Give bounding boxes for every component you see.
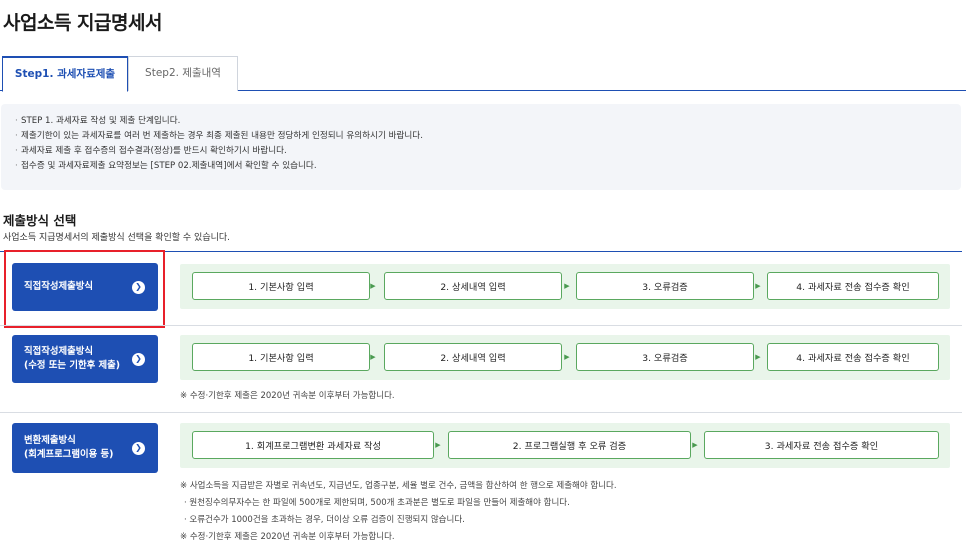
flow-step-convert-create[interactable]: 1. 회계프로그램변환 과세자료 작성 xyxy=(192,431,434,459)
notice-line: 과세자료 제출 후 접수증의 접수결과(정상)를 반드시 확인하기시 바랍니다. xyxy=(15,144,961,159)
flow-step-transmit-receipt[interactable]: 3. 과세자료 전송 접수증 확인 xyxy=(704,431,939,459)
row-divider xyxy=(0,412,962,413)
note-text: · 오류건수가 1000건을 초과하는 경우, 더이상 오류 검증이 진행되지 … xyxy=(184,515,465,525)
triangle-right-icon: ▶ xyxy=(370,282,376,290)
flow-step-transmit-receipt[interactable]: 4. 과세자료 전송 접수증 확인 xyxy=(767,272,939,300)
flow-step-details[interactable]: 2. 상세내역 입력 xyxy=(384,343,562,371)
section-title: 제출방식 선택 xyxy=(3,213,77,228)
tab-step1[interactable]: Step1. 과세자료제출 xyxy=(2,56,128,92)
triangle-right-icon: ▶ xyxy=(435,441,441,449)
selection-highlight xyxy=(4,250,165,328)
chevron-right-icon: ❯ xyxy=(132,441,145,455)
method-label-line2: (수정 또는 기한후 제출) xyxy=(24,360,120,371)
notice-box: STEP 1. 과세자료 작성 및 제출 단계입니다. 제출기한이 있는 과세자… xyxy=(1,104,961,190)
note-text: ※ 수정·기한후 제출은 2020년 귀속분 이후부터 가능합니다. xyxy=(180,391,395,401)
method-label-line1: 변환제출방식 xyxy=(24,435,76,446)
method-label: 직접작성제출방식 (수정 또는 기한후 제출) xyxy=(24,345,132,373)
section-description: 사업소득 지급명세서의 제출방식 선택을 확인할 수 있습니다. xyxy=(3,233,231,243)
notice-line: 접수증 및 과세자료제출 요약정보는 [STEP 02.제출내역]에서 확인할 … xyxy=(15,159,961,174)
note-text: · 원천징수의무자수는 한 파일에 500개로 제한되며, 500개 초과분은 … xyxy=(184,498,570,508)
triangle-right-icon: ▶ xyxy=(564,353,570,361)
notice-line: STEP 1. 과세자료 작성 및 제출 단계입니다. xyxy=(15,114,961,129)
flow-step-run-validate[interactable]: 2. 프로그램실행 후 오류 검증 xyxy=(448,431,691,459)
notice-line: 제출기한이 있는 과세자료를 여러 번 제출하는 경우 최종 제출된 내용만 정… xyxy=(15,129,961,144)
flow-step-validation[interactable]: 3. 오류검증 xyxy=(576,343,754,371)
process-flow-direct: 1. 기본사항 입력 ▶ 2. 상세내역 입력 ▶ 3. 오류검증 ▶ 4. 과… xyxy=(180,264,950,309)
flow-step-details[interactable]: 2. 상세내역 입력 xyxy=(384,272,562,300)
method-label: 변환제출방식 (회계프로그램이용 등) xyxy=(24,434,132,462)
flow-step-validation[interactable]: 3. 오류검증 xyxy=(576,272,754,300)
flow-step-transmit-receipt[interactable]: 4. 과세자료 전송 접수증 확인 xyxy=(767,343,939,371)
triangle-right-icon: ▶ xyxy=(755,353,761,361)
page-title: 사업소득 지급명세서 xyxy=(3,12,162,34)
triangle-right-icon: ▶ xyxy=(692,441,698,449)
flow-step-basic-info[interactable]: 1. 기본사항 입력 xyxy=(192,272,370,300)
row-divider xyxy=(0,325,962,326)
note-text: ※ 사업소득을 지급받은 자별로 귀속년도, 지급년도, 업종구분, 세율 별로… xyxy=(180,481,617,491)
process-flow-convert: 1. 회계프로그램변환 과세자료 작성 ▶ 2. 프로그램실행 후 오류 검증 … xyxy=(180,423,950,468)
method-label-line2: (회계프로그램이용 등) xyxy=(24,449,114,460)
direct-amend-submit-button[interactable]: 직접작성제출방식 (수정 또는 기한후 제출) ❯ xyxy=(12,335,158,383)
note-text: ※ 수정·기한후 제출은 2020년 귀속분 이후부터 가능합니다. xyxy=(180,532,395,542)
method-label-line1: 직접작성제출방식 xyxy=(24,346,94,357)
triangle-right-icon: ▶ xyxy=(370,353,376,361)
triangle-right-icon: ▶ xyxy=(755,282,761,290)
flow-step-basic-info[interactable]: 1. 기본사항 입력 xyxy=(192,343,370,371)
triangle-right-icon: ▶ xyxy=(564,282,570,290)
process-flow-amend: 1. 기본사항 입력 ▶ 2. 상세내역 입력 ▶ 3. 오류검증 ▶ 4. 과… xyxy=(180,335,950,380)
convert-submit-button[interactable]: 변환제출방식 (회계프로그램이용 등) ❯ xyxy=(12,423,158,473)
tab-bar: Step1. 과세자료제출 Step2. 제출내역 xyxy=(0,56,966,92)
tab-step2[interactable]: Step2. 제출내역 xyxy=(128,56,238,91)
chevron-right-icon: ❯ xyxy=(132,352,145,366)
